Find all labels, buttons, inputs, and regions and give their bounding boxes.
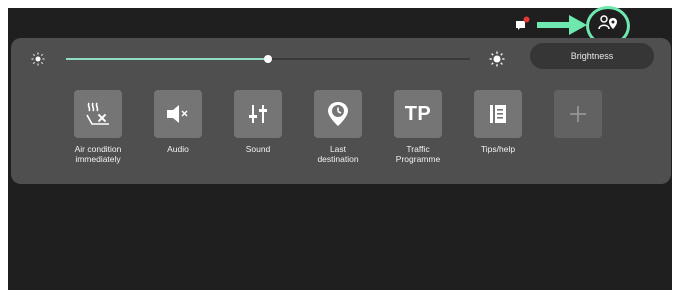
air-condition-button[interactable] xyxy=(74,90,122,138)
brightness-slider-fill xyxy=(66,58,268,60)
speaker-mute-icon xyxy=(167,105,188,123)
last-destination-button[interactable] xyxy=(314,90,362,138)
tile-traffic-programme[interactable]: TP Traffic Programme xyxy=(388,90,448,164)
infotainment-screen: Brightness Air condition immediately Aud… xyxy=(8,6,672,290)
sound-button[interactable] xyxy=(234,90,282,138)
brightness-low-icon xyxy=(31,52,45,66)
tile-tips-help[interactable]: Tips/help xyxy=(468,90,528,154)
tile-sound[interactable]: Sound xyxy=(228,90,288,154)
audio-button[interactable] xyxy=(154,90,202,138)
arrow-right-icon xyxy=(537,15,587,35)
message-notification-icon[interactable] xyxy=(514,16,530,32)
equalizer-icon xyxy=(249,105,267,123)
tile-add[interactable] xyxy=(548,90,608,144)
brightness-button[interactable]: Brightness xyxy=(530,43,654,69)
tile-last-destination[interactable]: Last destination xyxy=(308,90,368,164)
brightness-slider-thumb[interactable] xyxy=(264,55,272,63)
traffic-programme-button[interactable]: TP xyxy=(394,90,442,138)
tile-label: Sound xyxy=(245,144,271,154)
quick-settings-panel: Brightness Air condition immediately Aud… xyxy=(11,38,671,184)
brightness-slider[interactable] xyxy=(66,55,470,63)
tile-label: Traffic Programme xyxy=(395,144,441,164)
add-tile-button[interactable] xyxy=(554,90,602,138)
tile-label: Tips/help xyxy=(480,144,516,154)
tile-label: Air condition immediately xyxy=(74,144,122,164)
last-destination-icon xyxy=(328,102,348,126)
traffic-programme-icon: TP xyxy=(404,102,432,125)
tile-audio[interactable]: Audio xyxy=(148,90,208,154)
brightness-high-icon xyxy=(489,51,505,67)
air-condition-icon xyxy=(86,102,109,125)
user-location-icon[interactable] xyxy=(598,14,618,32)
tile-label: Audio xyxy=(167,144,189,154)
tile-air-condition[interactable]: Air condition immediately xyxy=(68,90,128,164)
plus-icon xyxy=(570,106,586,122)
tips-help-button[interactable] xyxy=(474,90,522,138)
tile-label: Last destination xyxy=(317,144,359,164)
book-icon xyxy=(490,105,506,123)
